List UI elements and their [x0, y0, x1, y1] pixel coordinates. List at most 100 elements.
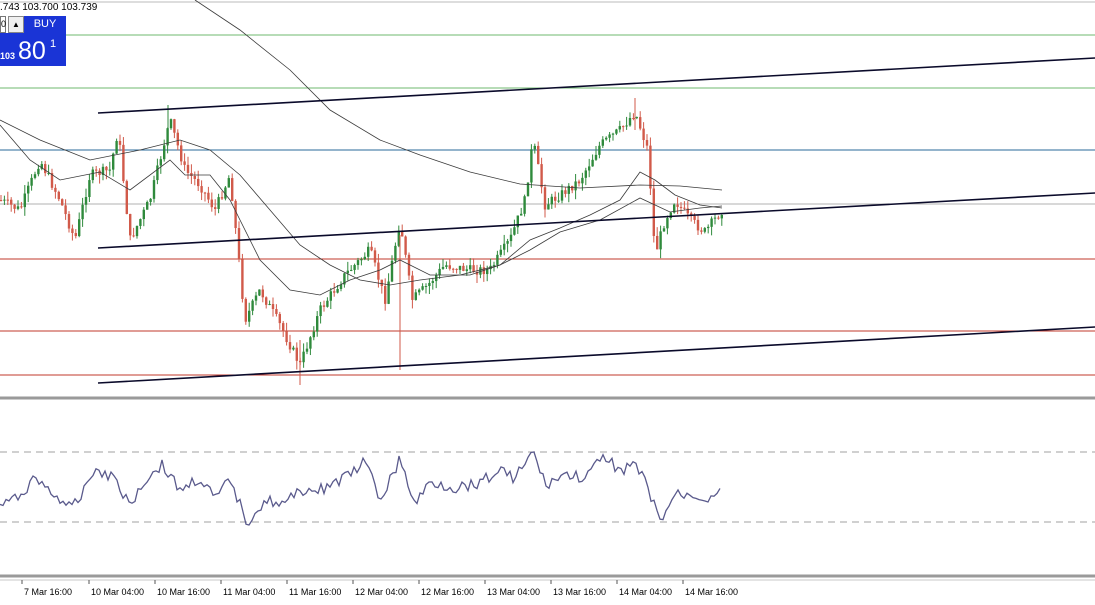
candle-body — [452, 268, 455, 270]
candle-body — [700, 230, 703, 232]
candle-body — [353, 265, 356, 270]
candle-body — [696, 219, 700, 231]
candle-body — [363, 256, 366, 260]
candle-body — [628, 118, 632, 126]
candle-body — [513, 227, 516, 235]
candle-body — [268, 304, 271, 306]
candle-body — [115, 140, 118, 154]
candle-body — [248, 310, 251, 322]
candle-body — [591, 159, 594, 167]
candle-body — [326, 300, 329, 307]
candle-body — [652, 188, 655, 236]
candle-body — [465, 269, 468, 271]
candle-body — [540, 164, 543, 188]
volume-up-icon[interactable]: ▲ — [8, 16, 24, 33]
candle-body — [329, 291, 332, 301]
candle-body — [251, 300, 254, 311]
candle-body — [543, 187, 547, 210]
candle-body — [84, 197, 88, 205]
candle-body — [445, 265, 448, 267]
candle-body — [431, 281, 434, 283]
candle-body — [20, 206, 23, 208]
candle-body — [91, 169, 94, 181]
candle-body — [659, 231, 662, 250]
candle-body — [441, 266, 445, 269]
candle-body — [550, 196, 553, 205]
candle-body — [588, 166, 591, 171]
candle-body — [703, 228, 706, 232]
candle-body — [367, 246, 370, 257]
volume-input[interactable]: 0 — [0, 16, 6, 33]
price-chart[interactable]: 7 Mar 16:00 10 Mar 04:00 10 Mar 16:00 11 Ma… — [0, 0, 1095, 600]
time-axis-label: 11 Mar 16:00 — [289, 587, 341, 597]
candle-body — [424, 286, 428, 288]
time-axis-label: 14 Mar 04:00 — [619, 587, 672, 597]
candle-body — [57, 191, 60, 200]
candle-body — [503, 243, 506, 250]
candle-body — [679, 206, 683, 208]
candle-body — [384, 286, 387, 304]
candle-body — [275, 309, 278, 314]
candle-body — [309, 337, 312, 349]
candle-body — [10, 199, 13, 205]
candle-body — [394, 245, 397, 261]
candle-body — [720, 214, 723, 219]
chart-window[interactable]: 7 Mar 16:00 10 Mar 04:00 10 Mar 16:00 11 Ma… — [0, 0, 1095, 600]
candle-body — [319, 305, 322, 317]
candle-body — [574, 181, 577, 191]
candle-body — [346, 270, 349, 274]
candle-body — [44, 164, 47, 174]
candle-body — [322, 305, 326, 307]
candle-body — [64, 205, 67, 215]
candle-body — [632, 118, 635, 120]
candle-body — [656, 235, 659, 250]
ask-price-superscript: 1 — [50, 38, 57, 50]
candle-body — [717, 217, 720, 219]
candle-body — [615, 129, 618, 134]
candle-body — [710, 218, 713, 227]
candle-body — [649, 145, 652, 189]
candle-body — [594, 154, 598, 160]
time-axis-label: 13 Mar 16:00 — [553, 587, 606, 597]
candle-body — [305, 348, 309, 352]
candle-body — [360, 259, 363, 261]
candle-body — [608, 134, 611, 138]
candle-body — [302, 351, 305, 363]
candle-body — [642, 128, 645, 141]
candle-body — [618, 126, 621, 130]
ask-price-prefix: 103 — [0, 51, 16, 61]
candle-body — [662, 228, 666, 232]
candle-body — [554, 196, 557, 201]
candle-body — [67, 214, 71, 229]
candle-body — [0, 200, 3, 201]
candle-body — [98, 170, 101, 175]
candle-body — [492, 264, 496, 266]
candle-body — [285, 331, 288, 343]
candle-body — [95, 169, 98, 171]
candle-body — [428, 282, 431, 287]
candle-body — [666, 218, 669, 229]
candle-body — [547, 204, 550, 210]
candle-body — [713, 217, 717, 219]
candle-body — [6, 199, 9, 201]
candle-body — [462, 265, 465, 271]
candle-body — [200, 186, 203, 193]
time-axis-label: 11 Mar 04:00 — [223, 587, 275, 597]
candle-body — [139, 219, 142, 226]
candle-body — [33, 174, 37, 178]
quote-line: .743 103.700 103.739 — [0, 2, 98, 13]
candle-body — [190, 172, 193, 176]
candle-body — [333, 291, 336, 293]
candle-body — [112, 153, 115, 170]
candle-body — [645, 140, 649, 146]
candle-body — [380, 279, 383, 287]
candle-body — [129, 213, 132, 236]
candle-body — [537, 145, 540, 165]
candle-body — [404, 236, 407, 255]
candle-body — [639, 117, 642, 129]
candle-body — [295, 347, 298, 361]
candle-body — [282, 323, 285, 332]
candle-body — [271, 304, 275, 310]
candle-body — [180, 145, 183, 162]
candle-body — [560, 190, 564, 201]
